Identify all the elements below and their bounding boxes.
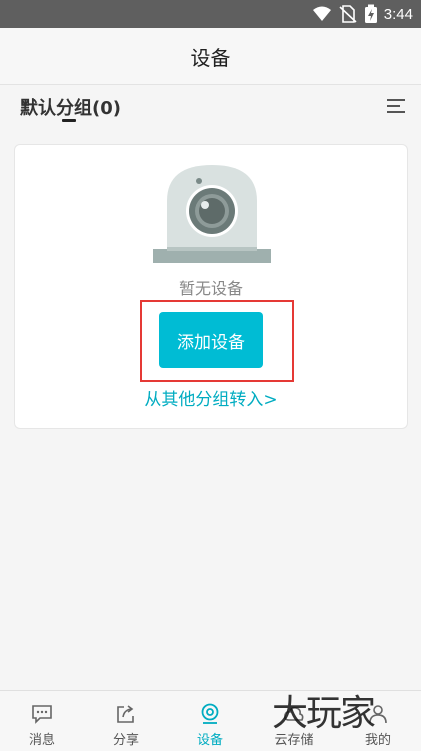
menu-button[interactable] (385, 95, 407, 117)
empty-state-text: 暂无设备 (178, 279, 243, 298)
nav-label: 分享 (112, 733, 139, 748)
device-card: 暂无设备 添加设备 从其他分组转入> (14, 144, 408, 429)
nav-item-device[interactable]: 设备 (168, 691, 252, 751)
status-bar: 3:44 (0, 0, 421, 28)
message-icon (32, 705, 52, 724)
camera-icon (153, 165, 271, 263)
page-title: 设备 (190, 45, 231, 70)
app-header: 设备 (0, 28, 421, 85)
nav-label: 消息 (28, 733, 55, 748)
nav-item-share[interactable]: 分享 (84, 691, 168, 751)
add-device-button[interactable]: 添加设备 (159, 312, 263, 368)
nav-label: 设备 (196, 733, 223, 748)
group-row: 默认分组(0) (0, 85, 421, 129)
battery-charging-icon (364, 4, 377, 23)
status-time: 3:44 (383, 5, 413, 23)
share-icon (117, 705, 134, 723)
move-from-group-link[interactable]: 从其他分组转入> (15, 385, 407, 410)
group-tab-indicator (62, 119, 76, 122)
no-sim-icon (339, 5, 357, 23)
wifi-icon (312, 6, 331, 21)
status-icons: 3:44 (312, 0, 413, 28)
device-icon (201, 703, 219, 724)
menu-lines-icon (387, 99, 405, 113)
watermark: 大玩家 (272, 693, 376, 734)
group-title[interactable]: 默认分组(0) (20, 94, 121, 120)
nav-item-messages[interactable]: 消息 (0, 691, 84, 751)
